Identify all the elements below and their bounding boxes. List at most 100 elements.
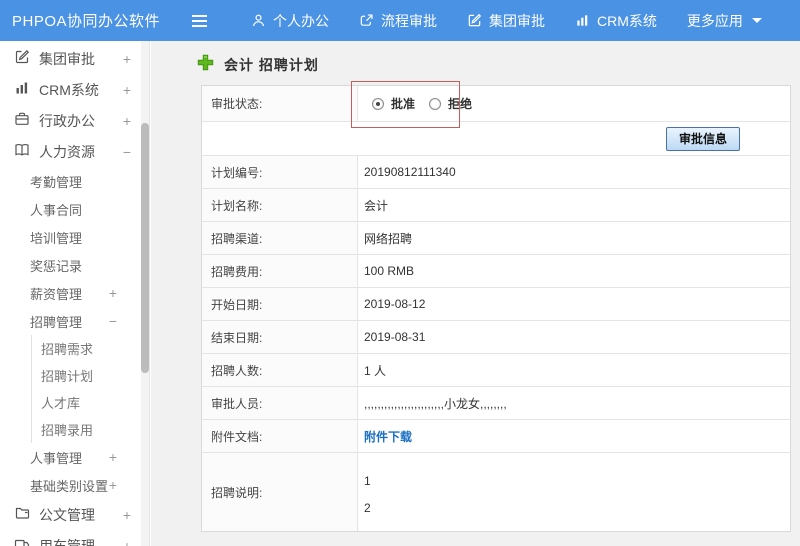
sidebar-item-group-approval[interactable]: 集团审批 + [0, 43, 149, 74]
book-icon [14, 142, 30, 161]
bar-chart-icon [575, 13, 590, 28]
radio-reject[interactable]: 拒绝 [429, 95, 472, 112]
sidebar-label: 招聘需求 [41, 342, 94, 357]
sidebar-item-personnel-mgmt[interactable]: 人事管理 + [0, 443, 149, 471]
nav-label: CRM系统 [597, 12, 657, 29]
collapse-toggle[interactable]: − [123, 144, 131, 160]
sidebar-item-attendance[interactable]: 考勤管理 [0, 167, 149, 195]
submenu-indent-line [31, 335, 32, 443]
sidebar-item-crm[interactable]: CRM系统 + [0, 74, 149, 105]
caret-down-icon [751, 18, 762, 23]
sidebar-label: CRM系统 [39, 81, 99, 98]
workflow-share-icon [359, 13, 374, 28]
field-value: ,,,,,,,,,,,,,,,,,,,,,,,,小龙女,,,,,,,, [364, 396, 507, 411]
expand-toggle[interactable]: + [123, 507, 131, 523]
approval-radio-group: 批准 拒绝 [364, 95, 472, 112]
approval-button-row: 审批信息 [202, 122, 790, 156]
sidebar-scrollbar-thumb[interactable] [141, 123, 149, 373]
nav-label: 个人办公 [273, 12, 329, 29]
briefcase-icon [14, 111, 30, 130]
expand-toggle[interactable]: + [109, 285, 117, 301]
truck-icon [14, 536, 30, 546]
radio-reject-icon[interactable] [429, 97, 442, 110]
sidebar-label: 基础类别设置 [30, 478, 109, 494]
sidebar-item-admin-office[interactable]: 行政办公 + [0, 105, 149, 136]
sidebar-item-vehicle[interactable]: 用车管理 + [0, 530, 149, 546]
expand-toggle[interactable]: + [123, 538, 131, 546]
collapse-toggle[interactable]: − [109, 313, 117, 329]
app-brand: PHPOA协同办公软件 [12, 13, 161, 30]
sidebar-item-hr-contract[interactable]: 人事合同 [0, 195, 149, 223]
radio-reject-label: 拒绝 [448, 97, 473, 111]
field-label: 计划编号: [202, 156, 358, 188]
nav-more-apps[interactable]: 更多应用 [672, 0, 777, 41]
sidebar-label: 集团审批 [39, 50, 95, 67]
field-value: 会计 [364, 198, 389, 213]
sidebar-item-reward-punishment[interactable]: 奖惩记录 [0, 251, 149, 279]
table-row-headcount: 招聘人数: 1 人 [202, 354, 790, 387]
sidebar-item-talent-pool[interactable]: 人才库 [0, 389, 149, 416]
sidebar-item-recruit-demand[interactable]: 招聘需求 [0, 335, 149, 362]
sidebar-label: 奖惩记录 [30, 258, 83, 274]
field-label: 招聘人数: [202, 354, 358, 386]
topbar: PHPOA协同办公软件 个人办公 流程审批 集团审批 CRM系统 更多应用 [0, 0, 800, 41]
nav-group-approval[interactable]: 集团审批 [452, 0, 560, 41]
sidebar-label: 考勤管理 [30, 174, 83, 190]
expand-toggle[interactable]: + [123, 113, 131, 129]
hamburger-menu-icon[interactable] [192, 14, 218, 27]
nav-label: 集团审批 [489, 12, 545, 29]
table-row-end-date: 结束日期: 2019-08-31 [202, 321, 790, 354]
sidebar-label: 人事管理 [30, 450, 83, 466]
radio-approve-icon[interactable] [372, 97, 384, 110]
table-row-plan-name: 计划名称: 会计 [202, 189, 790, 222]
table-row-description: 招聘说明: 1 2 [202, 453, 790, 531]
table-row-start-date: 开始日期: 2019-08-12 [202, 288, 790, 321]
document-icon [14, 505, 30, 524]
sidebar-scrollbar-track [141, 41, 149, 546]
expand-toggle[interactable]: + [123, 51, 131, 67]
sidebar-label: 行政办公 [39, 112, 95, 129]
radio-approve[interactable]: 批准 [372, 95, 415, 112]
nav-workflow-approval[interactable]: 流程审批 [344, 0, 452, 41]
add-plus-icon[interactable] [197, 54, 214, 76]
sidebar-item-recruit-plan[interactable]: 招聘计划 [0, 362, 149, 389]
field-value: 100 RMB [364, 264, 415, 278]
radio-approve-label: 批准 [391, 97, 416, 111]
expand-toggle[interactable]: + [109, 477, 117, 493]
sidebar-label: 招聘管理 [30, 314, 83, 330]
field-label: 附件文档: [202, 420, 358, 452]
table-row-channel: 招聘渠道: 网络招聘 [202, 222, 790, 255]
sidebar-item-recruit-hire[interactable]: 招聘录用 [0, 416, 149, 443]
sidebar-item-hr[interactable]: 人力资源 − [0, 136, 149, 167]
field-label: 结束日期: [202, 321, 358, 353]
attachment-download-link[interactable]: 附件下载 [364, 428, 412, 445]
sidebar-item-base-category[interactable]: 基础类别设置 + [0, 471, 149, 499]
field-label: 开始日期: [202, 288, 358, 320]
sidebar-item-training[interactable]: 培训管理 [0, 223, 149, 251]
sidebar-label: 人事合同 [30, 202, 83, 218]
person-icon [251, 13, 266, 28]
sidebar-item-salary[interactable]: 薪资管理 + [0, 279, 149, 307]
sidebar: 集团审批 + CRM系统 + 行政办公 + 人力资源 − 考勤管理 人事合同 培… [0, 41, 150, 546]
field-label: 招聘渠道: [202, 222, 358, 254]
sidebar-item-documents[interactable]: 公文管理 + [0, 499, 149, 530]
main-content: 会计 招聘计划 审批状态: 批准 拒绝 审批信息 计划编号: 201908121… [151, 41, 800, 546]
approval-info-button[interactable]: 审批信息 [665, 126, 740, 151]
field-label: 计划名称: [202, 189, 358, 221]
field-label: 审批状态: [202, 86, 358, 121]
field-value: 2019-08-31 [364, 330, 426, 344]
nav-crm-system[interactable]: CRM系统 [560, 0, 672, 41]
field-label: 招聘说明: [202, 453, 358, 531]
page-title: 会计 招聘计划 [224, 57, 319, 73]
sidebar-label: 人力资源 [39, 143, 95, 160]
approval-status-value: 批准 拒绝 [358, 86, 790, 121]
edit-square-icon [467, 13, 482, 28]
field-value: 20190812111340 [364, 165, 456, 179]
sidebar-item-recruit-mgmt[interactable]: 招聘管理 − [0, 307, 149, 335]
expand-toggle[interactable]: + [109, 449, 117, 465]
nav-label: 流程审批 [381, 12, 437, 29]
sidebar-label: 用车管理 [39, 537, 95, 546]
expand-toggle[interactable]: + [123, 82, 131, 98]
field-value: 2019-08-12 [364, 297, 426, 311]
nav-personal-office[interactable]: 个人办公 [236, 0, 344, 41]
